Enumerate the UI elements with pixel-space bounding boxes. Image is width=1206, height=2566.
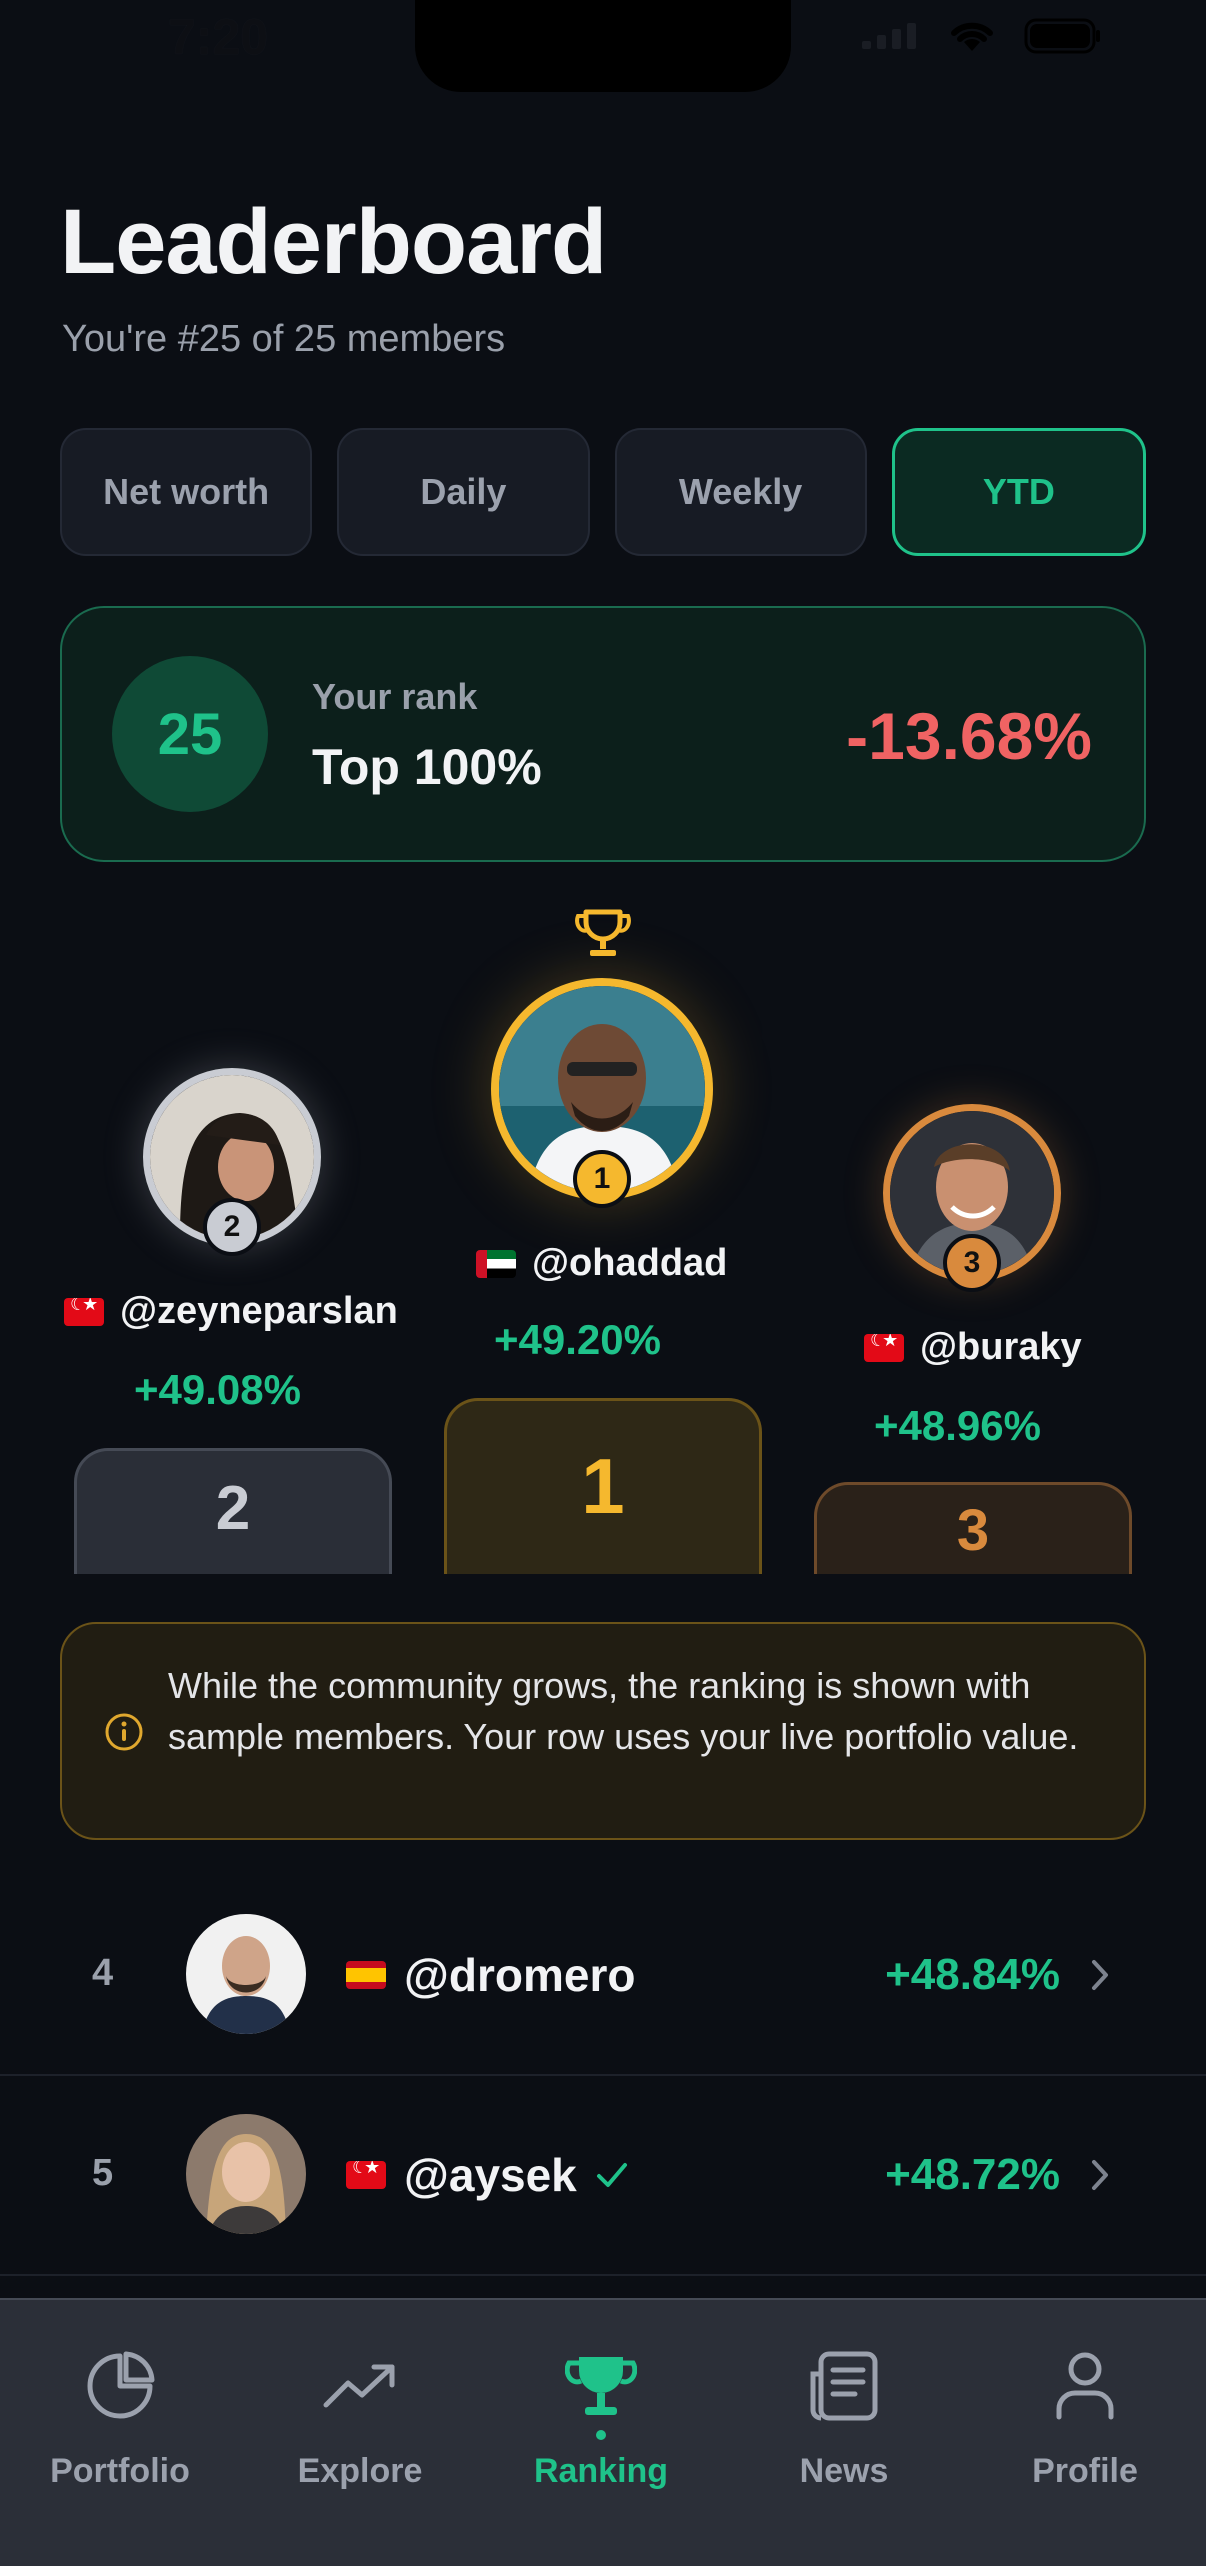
nav-profile[interactable]: Profile	[965, 2300, 1205, 2500]
nav-label: Explore	[297, 2452, 423, 2490]
flag-tr-icon	[64, 1297, 104, 1326]
row-change: +48.84%	[885, 1950, 1060, 1999]
rank-change: -13.68%	[846, 699, 1092, 773]
nav-portfolio[interactable]: Portfolio	[0, 2300, 240, 2500]
tab-net-worth[interactable]: Net worth	[60, 428, 313, 556]
pedestal-first: 1	[444, 1398, 762, 1574]
chevron-right-icon	[1092, 1960, 1108, 1990]
podium-third-user[interactable]: @buraky	[864, 1326, 1082, 1369]
page-subtitle: You're #25 of 25 members	[62, 318, 506, 360]
row-handle: @aysek	[404, 2149, 577, 2201]
podium-second-change: +49.08%	[134, 1366, 301, 1413]
row-handle: @dromero	[404, 1949, 636, 2001]
flag-ae-icon	[476, 1249, 516, 1278]
row-rank: 4	[92, 1952, 114, 1994]
pedestal-third: 3	[814, 1482, 1132, 1574]
podium-second-user[interactable]: @zeyneparslan	[64, 1290, 398, 1333]
nav-label: Portfolio	[50, 2452, 190, 2490]
signal-icon	[862, 23, 916, 49]
flag-es-icon	[346, 1961, 386, 1989]
pedestal-second: 2	[74, 1448, 392, 1574]
medal-first: 1	[573, 1150, 631, 1208]
person-icon	[1056, 2352, 1114, 2420]
nav-label: Ranking	[533, 2452, 669, 2490]
battery-icon	[1024, 18, 1100, 54]
rank-badge: 25	[112, 656, 268, 812]
trophy-icon	[565, 2357, 637, 2415]
info-banner: While the community grows, the ranking i…	[60, 1622, 1146, 1840]
nav-explore[interactable]: Explore	[240, 2300, 480, 2500]
medal-second: 2	[203, 1198, 261, 1256]
trending-up-icon	[323, 2364, 395, 2408]
info-banner-text: While the community grows, the ranking i…	[168, 1665, 1079, 1757]
info-icon	[105, 1713, 143, 1751]
dynamic-island	[415, 0, 791, 92]
your-rank-card: 25 Your rank Top 100% -13.68%	[60, 606, 1146, 862]
row-change: +48.72%	[885, 2150, 1060, 2199]
tab-ytd[interactable]: YTD	[891, 428, 1146, 556]
row-divider	[0, 2274, 1206, 2276]
verified-check-icon	[596, 2163, 627, 2187]
avatar	[186, 1914, 306, 2034]
flag-tr-icon	[864, 1333, 904, 1362]
podium-third-change: +48.96%	[874, 1402, 1041, 1449]
nav-ranking[interactable]: Ranking	[481, 2300, 721, 2500]
status-time: 7:20	[168, 9, 269, 65]
pedestal-third-number: 3	[956, 1498, 990, 1563]
nav-label: News	[799, 2452, 889, 2490]
nav-news[interactable]: News	[724, 2300, 964, 2500]
status-icons	[860, 18, 1102, 54]
podium-third-handle: @buraky	[920, 1326, 1082, 1368]
page-title: Leaderboard	[60, 191, 607, 293]
newspaper-icon	[810, 2351, 878, 2421]
pie-chart-icon	[87, 2351, 155, 2419]
podium-first-change: +49.20%	[494, 1316, 661, 1363]
leaderboard-row[interactable]: 4 @dromero +48.84%	[0, 1876, 1206, 2074]
wifi-icon	[951, 22, 993, 51]
podium-first-handle: @ohaddad	[532, 1242, 728, 1284]
row-rank: 5	[92, 2152, 114, 2194]
tab-weekly[interactable]: Weekly	[614, 428, 867, 556]
rank-percentile: Top 100%	[312, 739, 542, 795]
trophy-icon	[575, 909, 631, 956]
flag-tr-icon	[346, 2161, 386, 2189]
avatar	[186, 2114, 306, 2234]
leaderboard-row[interactable]: 5 @aysek +48.72%	[0, 2076, 1206, 2274]
row-user: @dromero	[346, 1948, 635, 2002]
active-indicator	[596, 2430, 606, 2440]
period-tabs: Net worth Daily Weekly YTD	[60, 428, 1146, 556]
row-user: @aysek	[346, 2148, 629, 2202]
podium-first-user[interactable]: @ohaddad	[476, 1242, 727, 1285]
nav-label: Profile	[1032, 2452, 1138, 2490]
medal-third: 3	[943, 1234, 1001, 1292]
bottom-nav: Portfolio Explore Ranking News Profile	[0, 2298, 1206, 2566]
rank-label: Your rank	[312, 676, 478, 717]
pedestal-second-number: 2	[215, 1474, 251, 1543]
tab-daily[interactable]: Daily	[337, 428, 590, 556]
chevron-right-icon	[1092, 2160, 1108, 2190]
podium-second-handle: @zeyneparslan	[120, 1290, 398, 1332]
pedestal-first-number: 1	[581, 1442, 625, 1530]
